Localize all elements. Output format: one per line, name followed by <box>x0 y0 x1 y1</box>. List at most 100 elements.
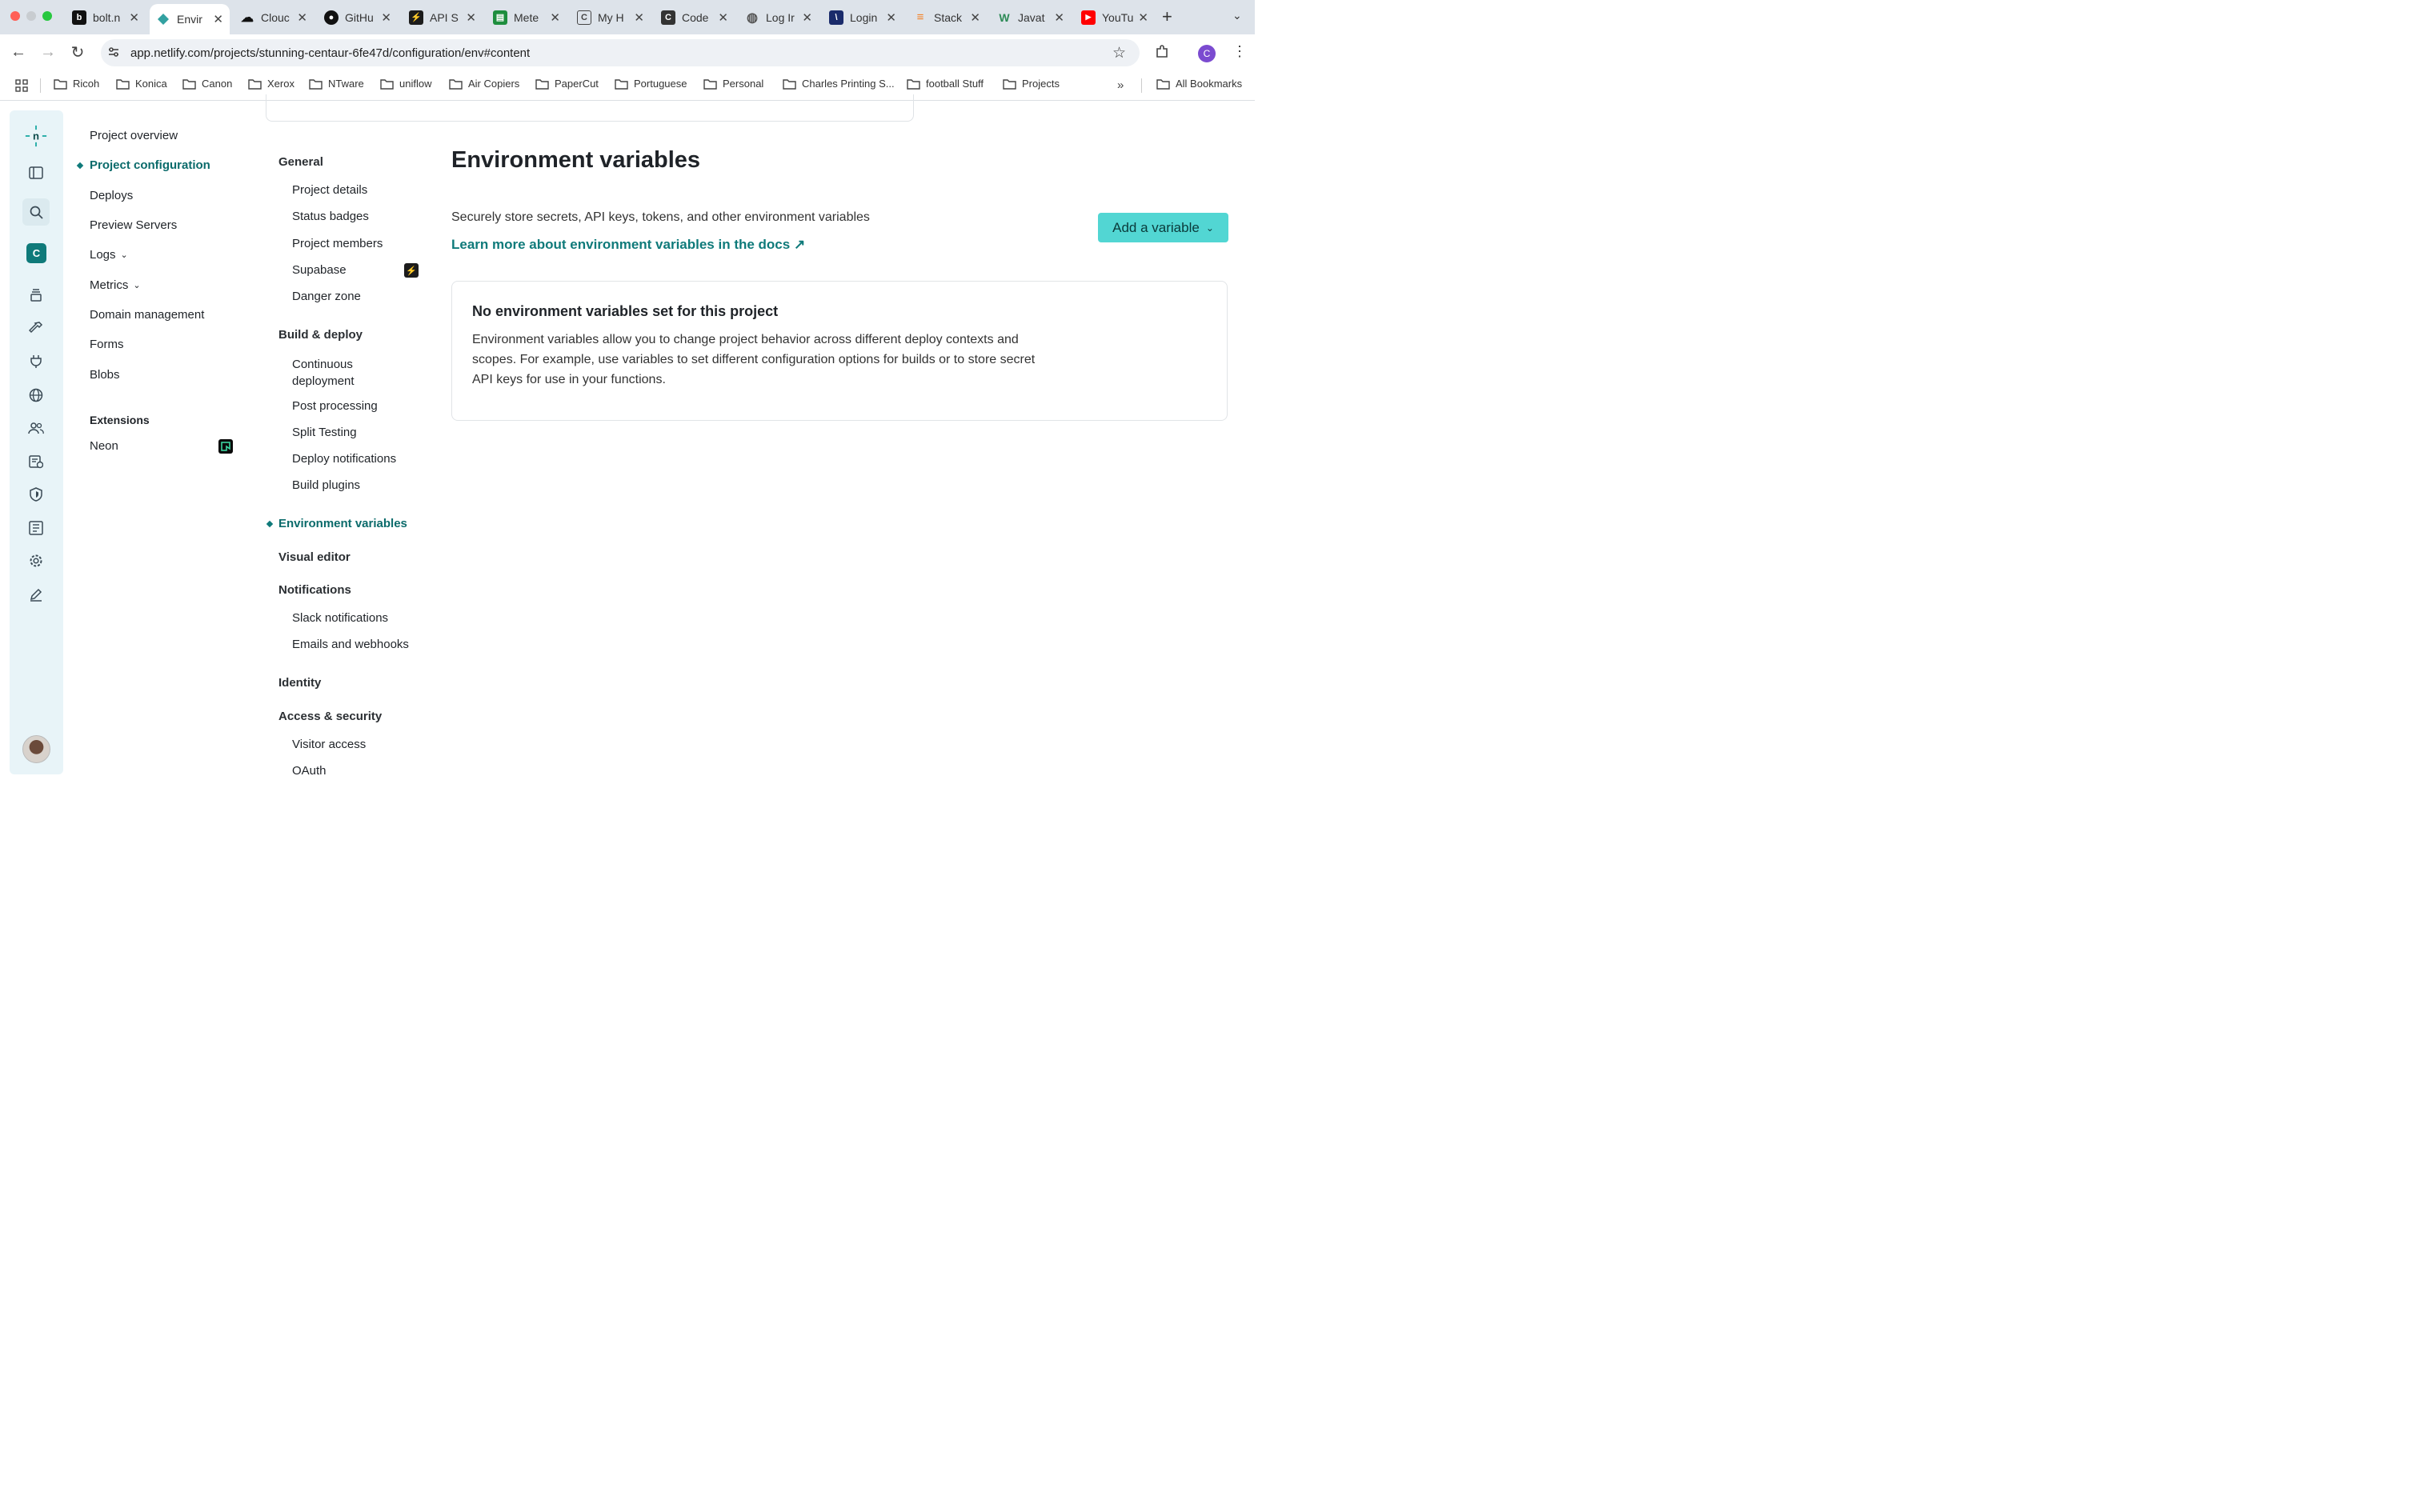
browser-menu-icon[interactable]: ⋮ <box>1232 43 1247 60</box>
nav-danger-zone[interactable]: Danger zone <box>292 290 361 303</box>
bookmark-folder[interactable]: PaperCut <box>535 78 599 90</box>
integrations-plug-icon[interactable] <box>25 350 47 373</box>
browser-tab[interactable]: ▤ Mete ✕ <box>487 5 567 30</box>
close-icon[interactable]: ✕ <box>297 10 307 25</box>
bookmark-folder[interactable]: Personal <box>703 78 763 90</box>
nav-blobs[interactable]: Blobs <box>90 368 120 382</box>
docs-link[interactable]: Learn more about environment variables i… <box>451 237 805 253</box>
section-environment-variables[interactable]: Environment variables <box>278 517 407 530</box>
close-icon[interactable]: ✕ <box>634 10 644 25</box>
browser-tab[interactable]: ⚡ API S ✕ <box>403 5 483 30</box>
all-bookmarks[interactable]: All Bookmarks <box>1156 78 1242 90</box>
extensions-icon[interactable] <box>1155 45 1169 63</box>
user-avatar[interactable] <box>22 735 50 763</box>
nav-domain-management[interactable]: Domain management <box>90 308 204 322</box>
section-general[interactable]: General <box>278 155 323 169</box>
section-notifications[interactable]: Notifications <box>278 583 351 597</box>
close-icon[interactable]: ✕ <box>550 10 560 25</box>
minimize-window-button[interactable] <box>26 11 36 21</box>
more-bookmarks-icon[interactable]: » <box>1117 78 1124 92</box>
close-icon[interactable]: ✕ <box>802 10 812 25</box>
nav-slack-notifications[interactable]: Slack notifications <box>292 611 388 625</box>
bookmark-folder[interactable]: uniflow <box>380 78 431 90</box>
browser-tab[interactable]: ◍ Log Ir ✕ <box>739 5 819 30</box>
nav-project-members[interactable]: Project members <box>292 237 383 250</box>
close-window-button[interactable] <box>10 11 20 21</box>
edit-pencil-icon[interactable] <box>25 583 47 606</box>
nav-emails-webhooks[interactable]: Emails and webhooks <box>292 638 409 651</box>
browser-tab[interactable]: ≡ Stack ✕ <box>907 5 987 30</box>
close-icon[interactable]: ✕ <box>1138 10 1148 25</box>
audit-log-icon[interactable] <box>25 517 47 539</box>
nav-project-details[interactable]: Project details <box>292 183 367 197</box>
bookmark-folder[interactable]: Canon <box>182 78 232 90</box>
builds-hammer-icon[interactable] <box>25 317 47 339</box>
bookmark-folder[interactable]: Portuguese <box>615 78 687 90</box>
forward-button[interactable]: → <box>37 41 59 63</box>
team-avatar[interactable]: C <box>26 243 46 263</box>
bookmark-folder[interactable]: Konica <box>116 78 167 90</box>
browser-tab[interactable]: ▶ YouTu ✕ <box>1075 5 1155 30</box>
site-settings-icon[interactable] <box>107 46 120 62</box>
tab-search-button[interactable]: ⌄ <box>1232 9 1242 22</box>
close-icon[interactable]: ✕ <box>886 10 896 25</box>
browser-tab[interactable]: \ Login ✕ <box>823 5 903 30</box>
section-visual-editor[interactable]: Visual editor <box>278 550 351 564</box>
browser-tab[interactable]: ☁ Clouc ✕ <box>234 5 314 30</box>
browser-tab[interactable]: W Javat ✕ <box>991 5 1071 30</box>
reload-button[interactable]: ↻ <box>66 41 89 63</box>
nav-split-testing[interactable]: Split Testing <box>292 426 357 439</box>
nav-metrics[interactable]: Metrics ⌄ <box>90 278 141 292</box>
browser-tab-active[interactable]: Envir ✕ <box>150 4 230 34</box>
profile-avatar[interactable]: C <box>1198 45 1216 62</box>
security-shield-icon[interactable] <box>25 483 47 506</box>
projects-icon[interactable] <box>25 284 47 306</box>
close-icon[interactable]: ✕ <box>381 10 391 25</box>
nav-project-configuration[interactable]: Project configuration <box>90 158 210 172</box>
back-button[interactable]: ← <box>7 41 30 63</box>
netlify-logo[interactable]: n <box>25 125 47 147</box>
settings-gear-icon[interactable] <box>25 550 47 572</box>
domains-globe-icon[interactable] <box>25 384 47 406</box>
search-icon[interactable] <box>22 198 50 226</box>
nav-continuous-deployment[interactable]: Continuous deployment <box>292 356 380 390</box>
nav-extension-neon[interactable]: Neon <box>90 439 118 453</box>
browser-tab[interactable]: ● GitHu ✕ <box>318 5 398 30</box>
new-tab-button[interactable]: + <box>1162 6 1172 27</box>
nav-post-processing[interactable]: Post processing <box>292 399 378 413</box>
close-icon[interactable]: ✕ <box>129 10 139 25</box>
sidebar-toggle-icon[interactable] <box>25 162 47 184</box>
nav-build-plugins[interactable]: Build plugins <box>292 478 360 492</box>
nav-deploy-notifications[interactable]: Deploy notifications <box>292 452 396 466</box>
bookmark-folder[interactable]: Charles Printing S... <box>783 78 895 90</box>
nav-logs[interactable]: Logs ⌄ <box>90 248 128 262</box>
zoom-window-button[interactable] <box>42 11 52 21</box>
bookmark-folder[interactable]: Projects <box>1003 78 1060 90</box>
billing-icon[interactable] <box>25 450 47 473</box>
close-icon[interactable]: ✕ <box>466 10 476 25</box>
nav-deploys[interactable]: Deploys <box>90 189 133 202</box>
nav-forms[interactable]: Forms <box>90 338 124 351</box>
close-icon[interactable]: ✕ <box>213 12 223 26</box>
close-icon[interactable]: ✕ <box>1054 10 1064 25</box>
close-icon[interactable]: ✕ <box>970 10 980 25</box>
nav-oauth[interactable]: OAuth <box>292 764 327 778</box>
bookmark-folder[interactable]: Ricoh <box>54 78 99 90</box>
bookmark-folder[interactable]: football Stuff <box>907 78 984 90</box>
nav-project-overview[interactable]: Project overview <box>90 129 178 142</box>
browser-tab[interactable]: b bolt.n ✕ <box>66 5 146 30</box>
nav-supabase[interactable]: Supabase <box>292 263 347 277</box>
nav-preview-servers[interactable]: Preview Servers <box>90 218 177 232</box>
section-build-deploy[interactable]: Build & deploy <box>278 328 363 342</box>
members-icon[interactable] <box>25 417 47 439</box>
browser-tab[interactable]: C My H ✕ <box>571 5 651 30</box>
section-access-security[interactable]: Access & security <box>278 710 382 723</box>
add-variable-button[interactable]: Add a variable ⌄ <box>1098 213 1228 242</box>
bookmark-star-icon[interactable]: ☆ <box>1112 44 1126 62</box>
nav-visitor-access[interactable]: Visitor access <box>292 738 366 751</box>
section-identity[interactable]: Identity <box>278 676 321 690</box>
nav-status-badges[interactable]: Status badges <box>292 210 369 223</box>
bookmark-folder[interactable]: Xerox <box>248 78 294 90</box>
close-icon[interactable]: ✕ <box>718 10 728 25</box>
browser-tab[interactable]: C Code ✕ <box>655 5 735 30</box>
